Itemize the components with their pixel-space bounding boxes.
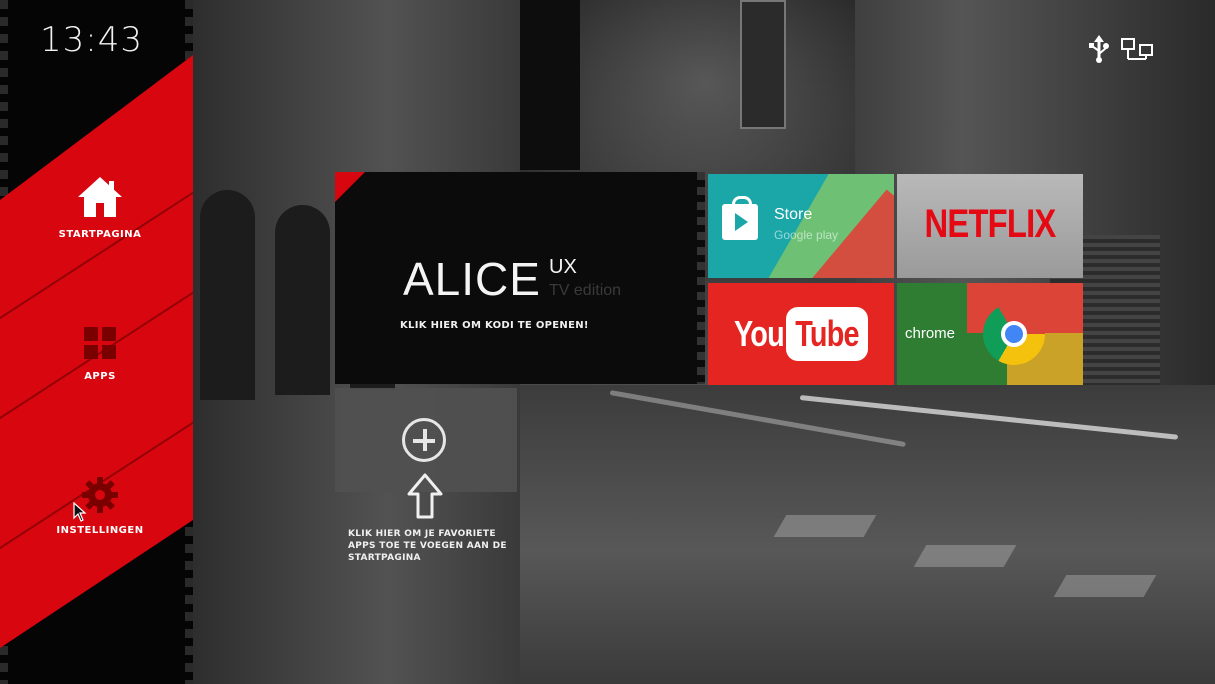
clock: 13:43	[40, 20, 143, 60]
youtube-logo-you: You	[734, 313, 785, 354]
ethernet-icon	[1120, 35, 1154, 67]
sidebar-item-label: Apps	[84, 371, 116, 382]
film-edge-decoration	[697, 172, 705, 384]
alice-logo-edition: TV edition	[549, 282, 622, 299]
store-subtitle: Google play	[774, 228, 839, 242]
sidebar-item-instellingen[interactable]: Instellingen	[20, 475, 180, 536]
plus-circle-icon	[402, 418, 446, 462]
favorites-hint-text: Klik hier om je favoriete apps toe te vo…	[348, 529, 507, 563]
usb-icon	[1088, 35, 1110, 67]
chrome-icon	[983, 303, 1045, 365]
home-screen: 13:43 Startpagina Apps	[0, 0, 1215, 684]
youtube-logo-tube: Tube	[795, 313, 859, 354]
home-icon	[20, 175, 180, 223]
play-store-icon	[722, 196, 758, 240]
apps-grid-icon	[20, 325, 180, 365]
sidebar: 13:43 Startpagina Apps	[0, 0, 193, 684]
sidebar-item-startpagina[interactable]: Startpagina	[20, 175, 180, 240]
kodi-launch-hint: Klik hier om Kodi te openen!	[400, 320, 589, 331]
chrome-tile[interactable]: chrome	[897, 283, 1083, 385]
alice-logo: ALICE	[403, 253, 541, 305]
tile-corner-accent	[335, 172, 365, 202]
gear-icon	[20, 475, 180, 519]
sidebar-item-label: Startpagina	[58, 229, 142, 240]
kodi-launcher-tile[interactable]: ALICE UX TV edition Klik hier om Kodi te…	[335, 172, 705, 384]
background-road	[520, 385, 1215, 684]
sidebar-item-label: Instellingen	[56, 525, 144, 536]
chrome-label: chrome	[905, 325, 956, 342]
sidebar-item-apps[interactable]: Apps	[20, 325, 180, 382]
youtube-tile[interactable]: You Tube	[708, 283, 894, 385]
google-play-store-tile[interactable]: Store Google play	[708, 174, 894, 278]
store-title: Store	[774, 206, 813, 223]
mouse-cursor-icon	[73, 502, 87, 522]
up-arrow-icon	[407, 473, 443, 519]
netflix-tile[interactable]: NETFLIX	[897, 174, 1083, 278]
alice-logo-ux: UX	[549, 256, 577, 278]
background-street-sign	[740, 0, 786, 129]
netflix-logo: NETFLIX	[924, 202, 1057, 246]
status-icons	[1088, 35, 1154, 67]
